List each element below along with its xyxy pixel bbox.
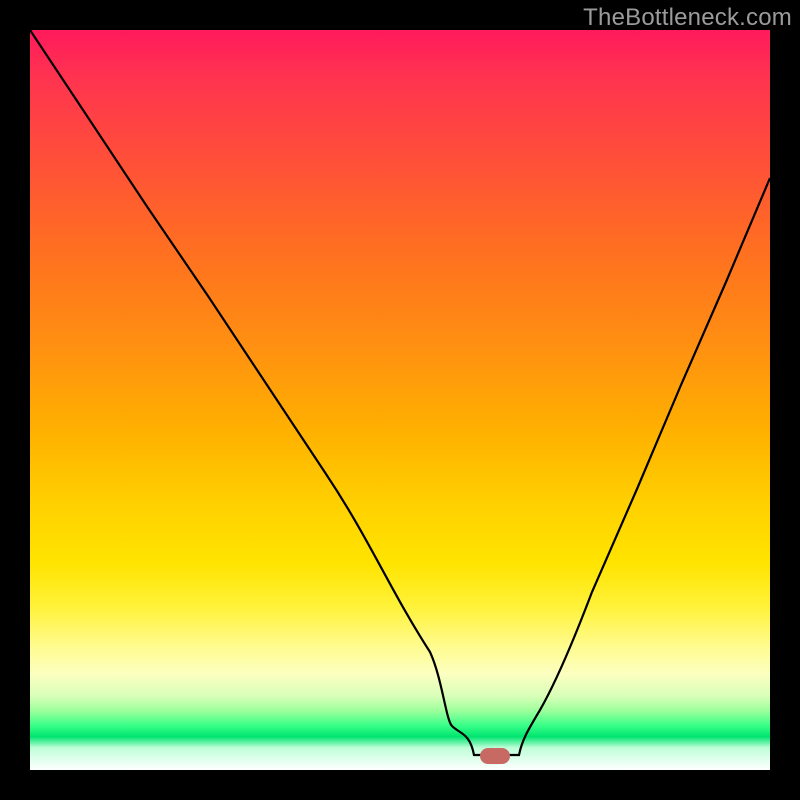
curve-svg (30, 30, 770, 770)
watermark-text: TheBottleneck.com (583, 4, 792, 32)
chart-frame: TheBottleneck.com (0, 0, 800, 800)
bottleneck-curve (30, 30, 770, 755)
plot-area (30, 30, 770, 770)
floor-marker (480, 748, 510, 764)
